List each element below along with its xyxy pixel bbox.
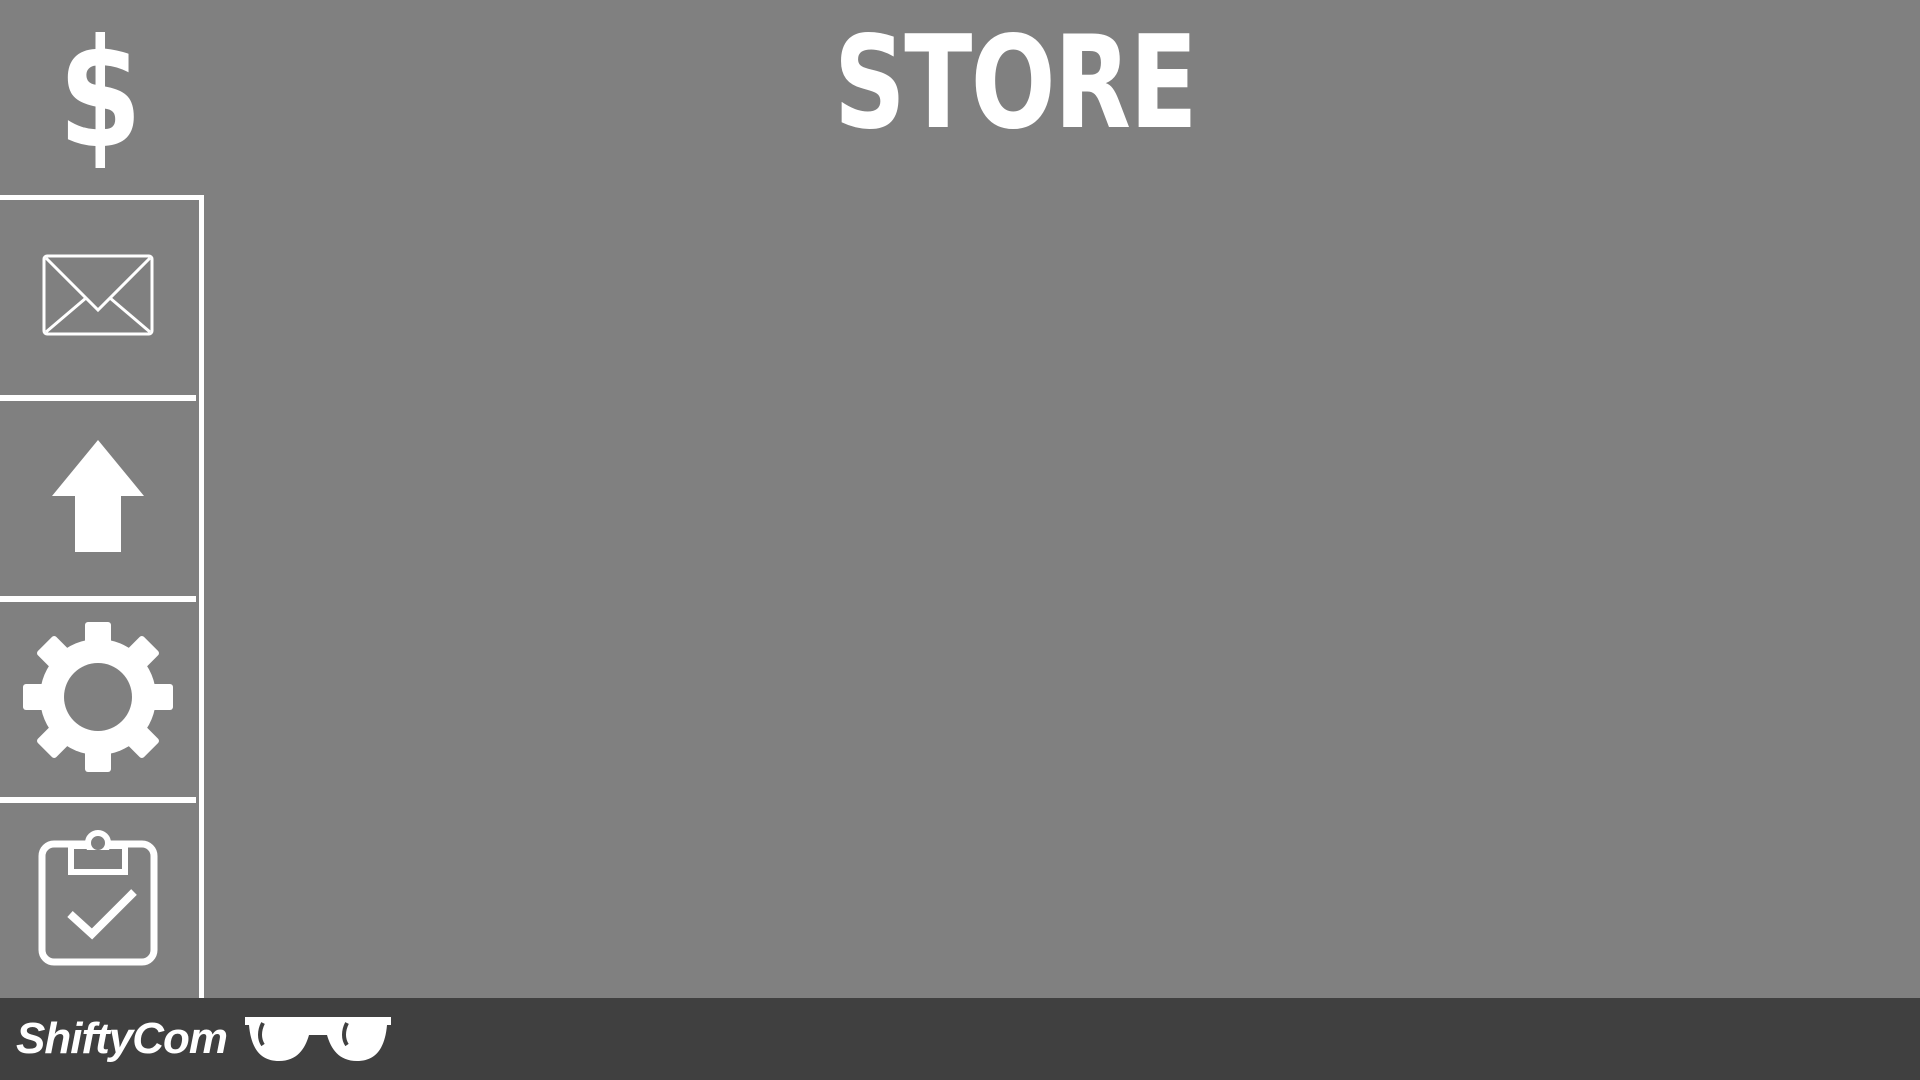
dollar-glyph: $ bbox=[58, 8, 142, 182]
sidebar-item-settings[interactable] bbox=[0, 602, 196, 792]
brand-name: ShiftyCom bbox=[16, 1014, 228, 1063]
sunglasses-icon bbox=[245, 1017, 391, 1061]
footer-bar: ShiftyCom bbox=[0, 998, 1920, 1080]
side-nav bbox=[0, 195, 204, 998]
envelope-icon bbox=[42, 254, 154, 336]
sidebar-item-upgrades[interactable] bbox=[0, 401, 196, 591]
sidebar-item-messages[interactable] bbox=[0, 200, 196, 390]
gear-icon bbox=[23, 622, 173, 772]
dollar-icon[interactable]: $ bbox=[45, 20, 155, 170]
game-screen: $ STORE ShiftyCom bbox=[0, 0, 1920, 1080]
page-title: STORE bbox=[833, 9, 1198, 158]
brand-logo: ShiftyCom bbox=[16, 1006, 393, 1072]
clipboard-check-icon bbox=[38, 830, 158, 966]
arrow-up-icon bbox=[52, 440, 144, 552]
sidebar-item-tasks[interactable] bbox=[0, 803, 196, 993]
